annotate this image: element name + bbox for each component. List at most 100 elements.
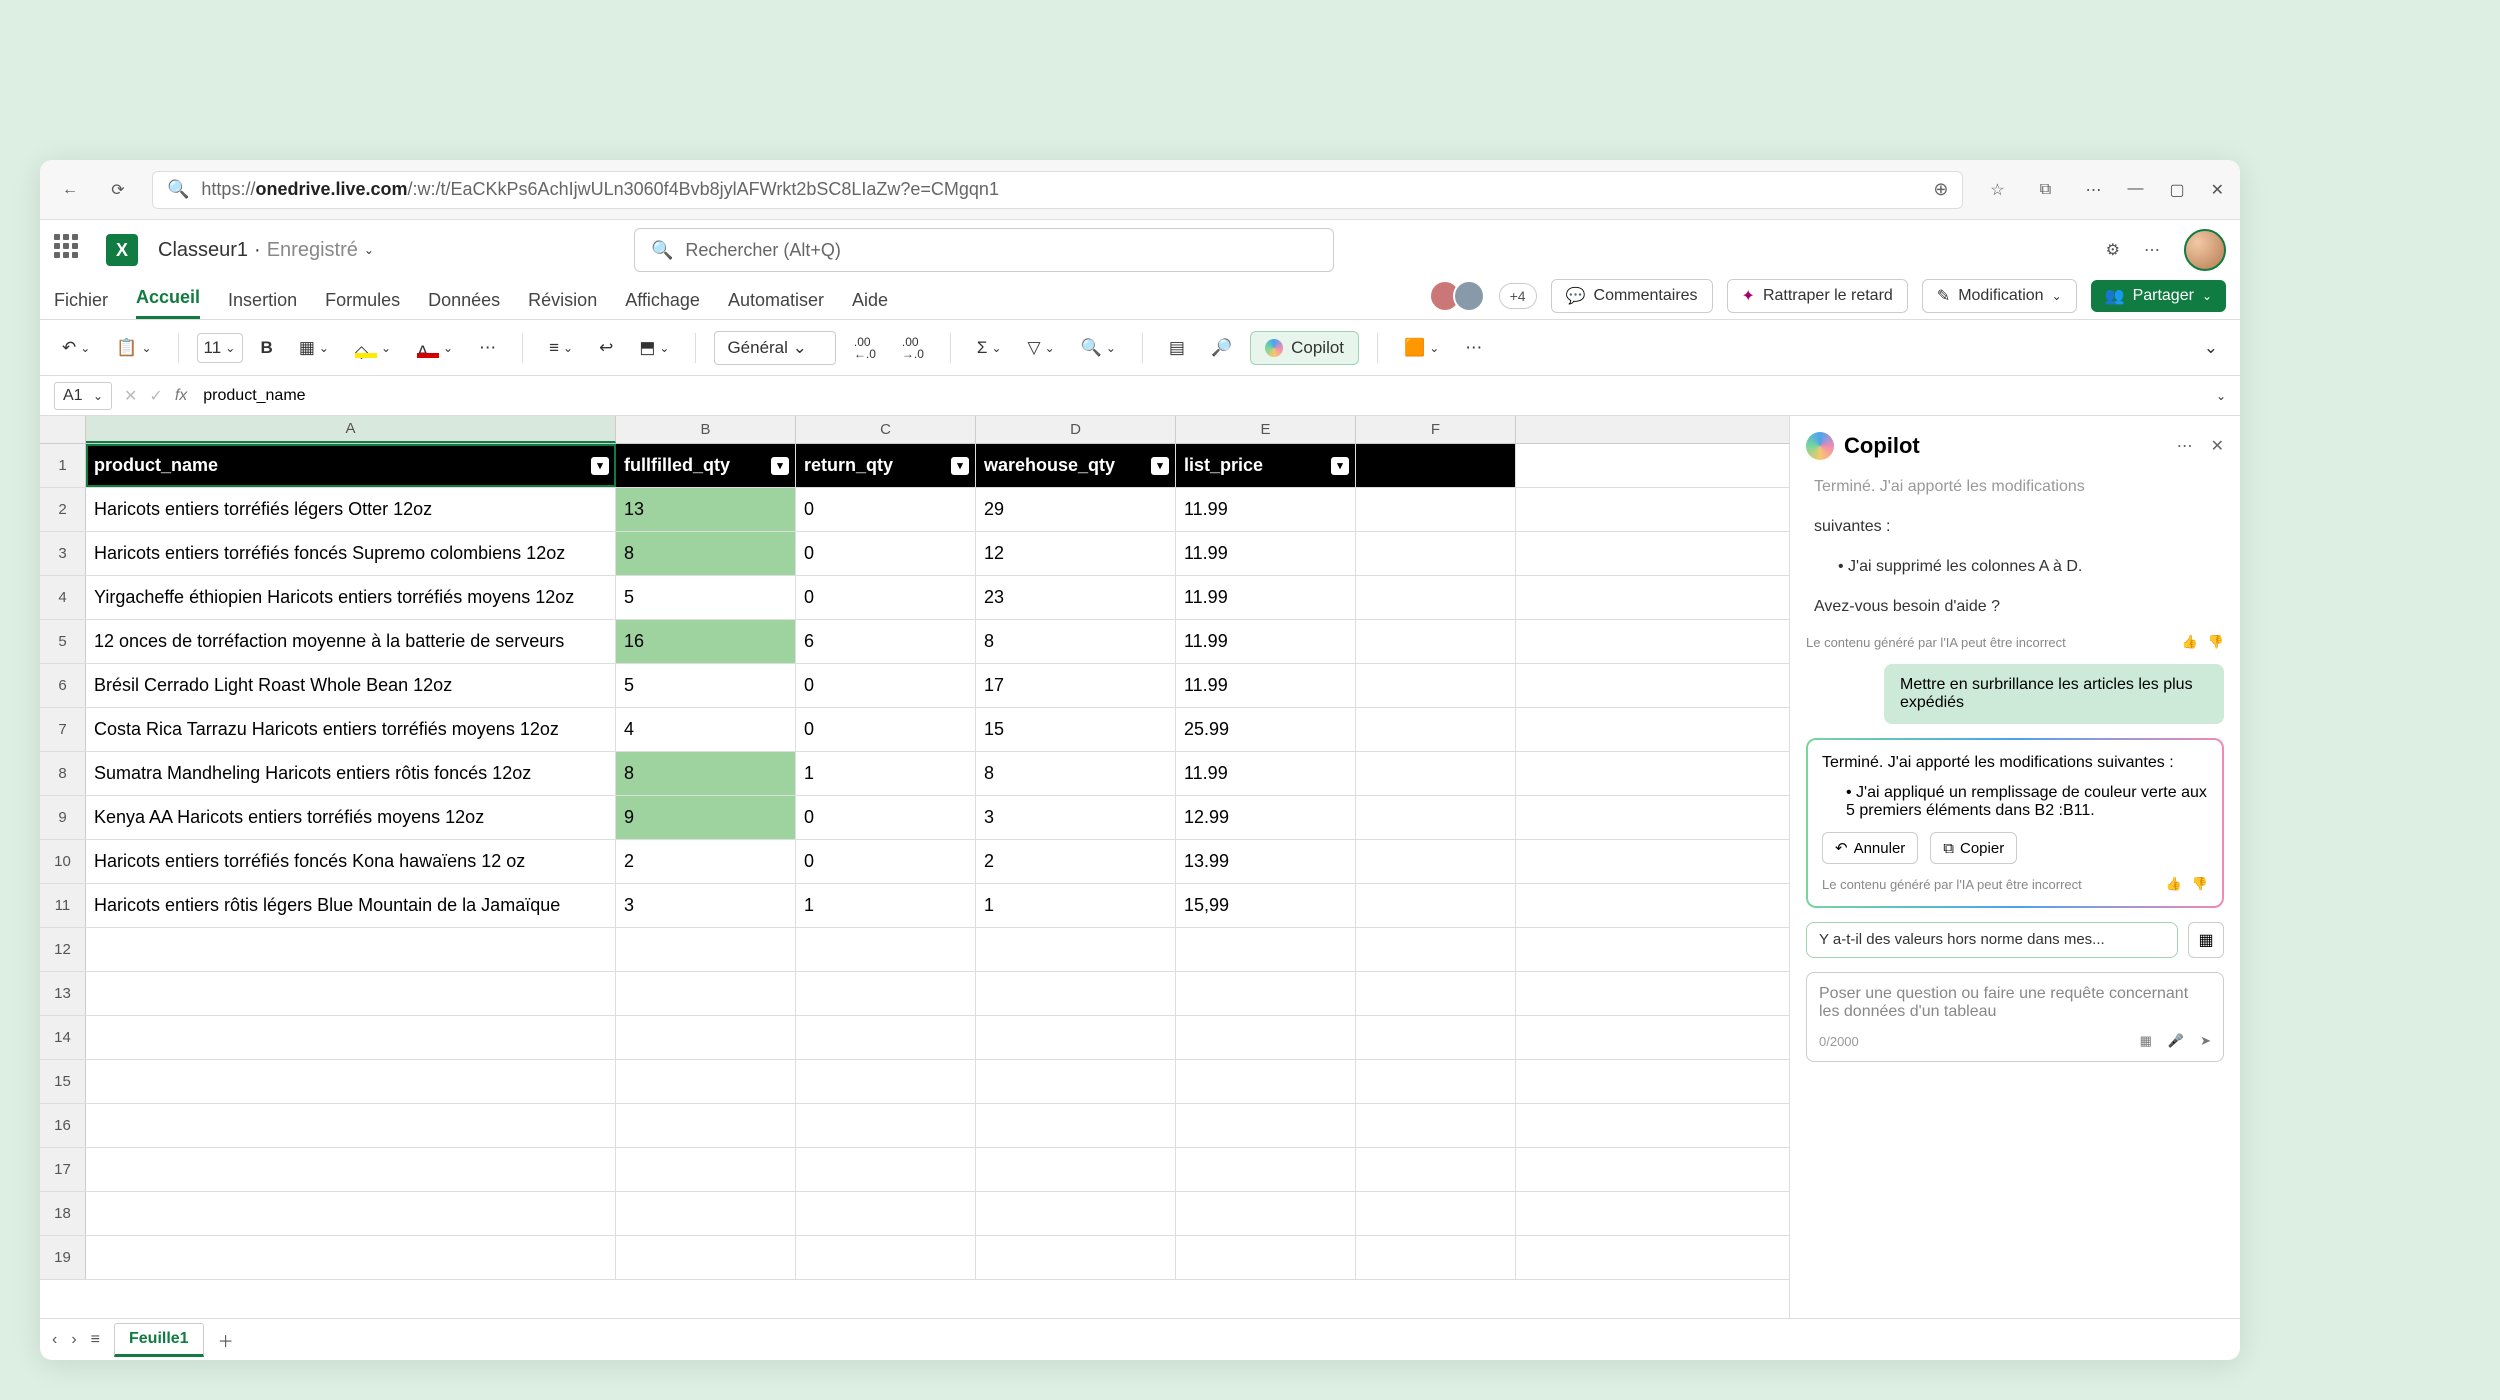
cell[interactable]: 8	[976, 620, 1176, 663]
bold-button[interactable]: B	[253, 332, 281, 364]
header-cell[interactable]: list_price▾	[1176, 444, 1356, 487]
col-header-A[interactable]: A	[86, 416, 616, 443]
cell[interactable]	[796, 1236, 976, 1279]
cell[interactable]	[86, 928, 616, 971]
cell[interactable]	[86, 1104, 616, 1147]
font-size-input[interactable]: 11 ⌄	[197, 333, 243, 363]
cancel-formula-icon[interactable]: ✕	[124, 386, 137, 406]
filter-dropdown-icon[interactable]: ▾	[951, 457, 969, 475]
copilot-send-icon[interactable]: ➤	[2200, 1033, 2211, 1049]
cell[interactable]	[1356, 664, 1516, 707]
row-header[interactable]: 17	[40, 1148, 86, 1191]
cell[interactable]: 0	[796, 664, 976, 707]
presence-avatars[interactable]	[1437, 280, 1485, 312]
row-header[interactable]: 11	[40, 884, 86, 927]
tab-automatiser[interactable]: Automatiser	[728, 290, 824, 319]
collapse-ribbon-button[interactable]: ⌄	[2196, 332, 2226, 364]
cell[interactable]	[1356, 1016, 1516, 1059]
cell[interactable]	[1356, 1236, 1516, 1279]
cell[interactable]: 0	[796, 576, 976, 619]
undo-button[interactable]: ↶⌄	[54, 332, 98, 364]
find-button[interactable]: 🔍⌄	[1073, 332, 1124, 364]
copilot-mic-icon[interactable]: 🎤	[2168, 1033, 2184, 1049]
copilot-undo-button[interactable]: ↶ Annuler	[1822, 832, 1918, 864]
col-header-E[interactable]: E	[1176, 416, 1356, 443]
cell[interactable]	[616, 1104, 796, 1147]
cell[interactable]	[86, 1192, 616, 1235]
cell[interactable]: 11.99	[1176, 752, 1356, 795]
row-header[interactable]: 12	[40, 928, 86, 971]
cell[interactable]	[1356, 708, 1516, 751]
cell[interactable]: 3	[616, 884, 796, 927]
share-button[interactable]: 👥 Partager ⌄	[2091, 280, 2226, 312]
tab-affichage[interactable]: Affichage	[625, 290, 700, 319]
close-button[interactable]: ✕	[2211, 180, 2224, 200]
autosum-button[interactable]: Σ⌄	[969, 332, 1010, 364]
cell[interactable]	[1356, 752, 1516, 795]
cell[interactable]	[86, 1060, 616, 1103]
copilot-button[interactable]: Copilot	[1250, 331, 1359, 365]
wrap-text-button[interactable]: ↩	[591, 332, 621, 364]
filter-dropdown-icon[interactable]: ▾	[1151, 457, 1169, 475]
copilot-close-icon[interactable]: ✕	[2211, 436, 2224, 456]
merge-button[interactable]: ⬒⌄	[631, 332, 677, 364]
cell[interactable]	[86, 972, 616, 1015]
document-title[interactable]: Classeur1 · Enregistré ⌄	[158, 239, 374, 262]
cell[interactable]: Haricots entiers rôtis légers Blue Mount…	[86, 884, 616, 927]
cell[interactable]	[976, 928, 1176, 971]
cell[interactable]: Sumatra Mandheling Haricots entiers rôti…	[86, 752, 616, 795]
cell[interactable]	[1176, 1236, 1356, 1279]
fill-color-button[interactable]: ◇⌄	[347, 335, 399, 361]
thumbs-down-icon[interactable]: 👎	[2192, 876, 2208, 892]
cell[interactable]: 0	[796, 796, 976, 839]
cell[interactable]	[976, 1016, 1176, 1059]
comments-button[interactable]: 💬 Commentaires	[1551, 279, 1713, 313]
copilot-copy-button[interactable]: ⧉ Copier	[1930, 832, 2017, 864]
cell[interactable]: 0	[796, 488, 976, 531]
copilot-attach-icon[interactable]: ▦	[2140, 1033, 2152, 1049]
cell[interactable]: 5	[616, 664, 796, 707]
header-cell[interactable]: product_name▾	[86, 444, 616, 487]
cell[interactable]	[1176, 1016, 1356, 1059]
cell[interactable]: 1	[796, 752, 976, 795]
cell[interactable]: 0	[796, 708, 976, 751]
row-header[interactable]: 8	[40, 752, 86, 795]
tab-insertion[interactable]: Insertion	[228, 290, 297, 319]
cell[interactable]: 2	[976, 840, 1176, 883]
row-header[interactable]: 3	[40, 532, 86, 575]
cell[interactable]	[616, 928, 796, 971]
add-sheet-icon[interactable]: ＋	[218, 1328, 234, 1352]
header-cell[interactable]: fullfilled_qty▾	[616, 444, 796, 487]
cell[interactable]	[86, 1236, 616, 1279]
cell[interactable]	[86, 1148, 616, 1191]
copilot-suggestion-more-icon[interactable]: ▦	[2188, 922, 2224, 958]
filter-dropdown-icon[interactable]: ▾	[771, 457, 789, 475]
expand-formula-icon[interactable]: ⌄	[2216, 389, 2226, 403]
row-header[interactable]: 2	[40, 488, 86, 531]
cell[interactable]: 29	[976, 488, 1176, 531]
address-bar[interactable]: 🔍 https://onedrive.live.com/:w:/t/EaCKkP…	[152, 171, 1963, 209]
borders-button[interactable]: ▦⌄	[291, 332, 337, 364]
col-header-B[interactable]: B	[616, 416, 796, 443]
paste-button[interactable]: 📋⌄	[108, 332, 159, 364]
cell[interactable]: Haricots entiers torréfiés légers Otter …	[86, 488, 616, 531]
settings-icon[interactable]: ⚙	[2106, 240, 2120, 260]
cell[interactable]	[1176, 972, 1356, 1015]
cell[interactable]	[1176, 1148, 1356, 1191]
copilot-input[interactable]: Poser une question ou faire une requête …	[1806, 972, 2224, 1062]
row-header[interactable]: 15	[40, 1060, 86, 1103]
name-box[interactable]: A1⌄	[54, 382, 112, 410]
col-header-C[interactable]: C	[796, 416, 976, 443]
cell[interactable]: Haricots entiers torréfiés foncés Kona h…	[86, 840, 616, 883]
cell[interactable]	[976, 1236, 1176, 1279]
cell[interactable]	[796, 1148, 976, 1191]
cell[interactable]: 2	[616, 840, 796, 883]
cell[interactable]: 13.99	[1176, 840, 1356, 883]
cell[interactable]	[616, 1016, 796, 1059]
cell[interactable]: Brésil Cerrado Light Roast Whole Bean 12…	[86, 664, 616, 707]
cell[interactable]	[1356, 1148, 1516, 1191]
col-header-F[interactable]: F	[1356, 416, 1516, 443]
thumbs-down-icon[interactable]: 👎	[2208, 634, 2224, 650]
cell[interactable]	[1176, 928, 1356, 971]
row-header[interactable]: 19	[40, 1236, 86, 1279]
